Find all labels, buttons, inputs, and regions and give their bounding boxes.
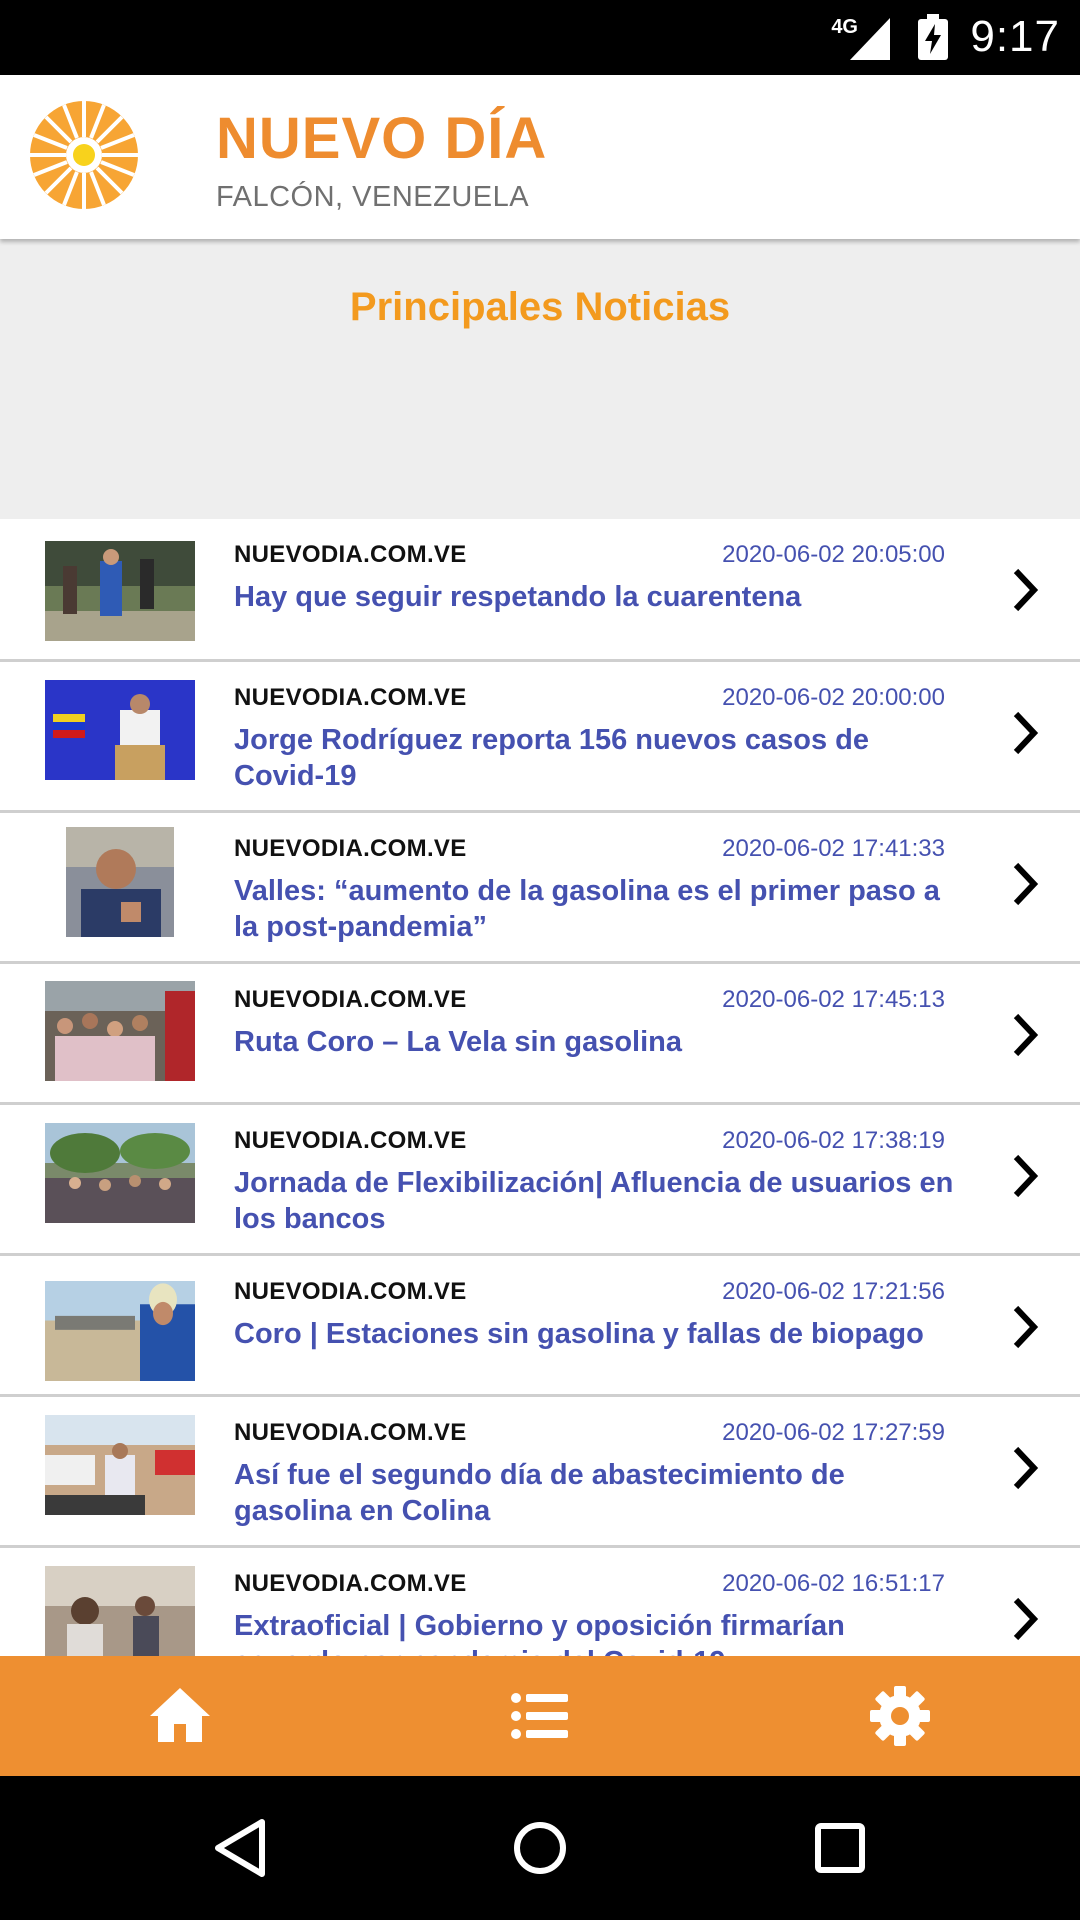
news-thumbnail [45, 680, 195, 780]
news-source: NUEVODIA.COM.VE [234, 835, 467, 862]
news-thumbnail [45, 981, 195, 1081]
news-item[interactable]: NUEVODIA.COM.VE 2020-06-02 17:38:19 Jorn… [0, 1105, 1080, 1256]
news-list: NUEVODIA.COM.VE 2020-06-02 20:05:00 Hay … [0, 519, 1080, 1656]
news-date: 2020-06-02 17:27:59 [722, 1419, 945, 1446]
news-thumbnail [45, 1566, 195, 1656]
status-bar: 4G 9:17 [0, 0, 1080, 75]
app-subtitle: FALCÓN, VENEZUELA [216, 181, 530, 213]
news-date: 2020-06-02 20:05:00 [722, 541, 945, 568]
news-item[interactable]: NUEVODIA.COM.VE 2020-06-02 20:05:00 Hay … [0, 519, 1080, 662]
news-date: 2020-06-02 17:21:56 [722, 1278, 945, 1305]
news-source: NUEVODIA.COM.VE [234, 986, 467, 1013]
app-title: NUEVO DÍA [216, 106, 548, 171]
news-item[interactable]: NUEVODIA.COM.VE 2020-06-02 20:00:00 Jorg… [0, 662, 1080, 813]
back-icon[interactable] [212, 1818, 268, 1878]
news-thumbnail [45, 1415, 195, 1515]
clock: 9:17 [970, 12, 1060, 61]
news-source: NUEVODIA.COM.VE [234, 1419, 467, 1446]
news-headline[interactable]: Así fue el segundo día de abastecimiento… [234, 1457, 954, 1529]
signal-icon [850, 18, 890, 60]
news-headline[interactable]: Hay que seguir respetando la cuarentena [234, 579, 954, 615]
section-title: Principales Noticias [349, 285, 731, 329]
news-thumbnail [45, 1281, 195, 1381]
news-headline[interactable]: Ruta Coro – La Vela sin gasolina [234, 1024, 954, 1060]
list-icon[interactable] [508, 1684, 572, 1748]
news-date: 2020-06-02 17:41:33 [722, 835, 945, 862]
news-headline[interactable]: Jornada de Flexibilización| Afluencia de… [234, 1165, 954, 1237]
news-source: NUEVODIA.COM.VE [234, 1278, 467, 1305]
chevron-right-icon[interactable] [1010, 708, 1040, 758]
news-headline[interactable]: Coro | Estaciones sin gasolina y fallas … [234, 1316, 954, 1352]
news-item[interactable]: NUEVODIA.COM.VE 2020-06-02 17:41:33 Vall… [0, 813, 1080, 964]
news-source: NUEVODIA.COM.VE [234, 1127, 467, 1154]
news-source: NUEVODIA.COM.VE [234, 1570, 467, 1597]
recents-icon[interactable] [812, 1818, 868, 1878]
bottom-navigation [0, 1656, 1080, 1776]
news-date: 2020-06-02 17:38:19 [722, 1127, 945, 1154]
chevron-right-icon[interactable] [1010, 1594, 1040, 1644]
chevron-right-icon[interactable] [1010, 565, 1040, 615]
news-date: 2020-06-02 16:51:17 [722, 1570, 945, 1597]
chevron-right-icon[interactable] [1010, 859, 1040, 909]
sun-logo-icon [30, 101, 138, 209]
chevron-right-icon[interactable] [1010, 1443, 1040, 1493]
news-source: NUEVODIA.COM.VE [234, 684, 467, 711]
news-date: 2020-06-02 20:00:00 [722, 684, 945, 711]
system-navigation-bar [0, 1776, 1080, 1920]
news-thumbnail [45, 1123, 195, 1223]
news-thumbnail [45, 541, 195, 641]
news-item[interactable]: NUEVODIA.COM.VE 2020-06-02 17:27:59 Así … [0, 1397, 1080, 1548]
news-thumbnail [66, 827, 174, 937]
chevron-right-icon[interactable] [1010, 1151, 1040, 1201]
news-item[interactable]: NUEVODIA.COM.VE 2020-06-02 17:21:56 Coro… [0, 1256, 1080, 1397]
battery-charging-icon [918, 14, 948, 60]
news-headline[interactable]: Jorge Rodríguez reporta 156 nuevos casos… [234, 722, 954, 794]
news-source: NUEVODIA.COM.VE [234, 541, 467, 568]
featured-banner: Principales Noticias [0, 239, 1080, 519]
chevron-right-icon[interactable] [1010, 1010, 1040, 1060]
news-item[interactable]: NUEVODIA.COM.VE 2020-06-02 16:51:17 Extr… [0, 1548, 1080, 1656]
news-headline[interactable]: Extraoficial | Gobierno y oposición firm… [234, 1608, 954, 1656]
settings-icon[interactable] [868, 1684, 932, 1748]
chevron-right-icon[interactable] [1010, 1302, 1040, 1352]
news-item[interactable]: NUEVODIA.COM.VE 2020-06-02 17:45:13 Ruta… [0, 964, 1080, 1105]
app-header: NUEVO DÍA FALCÓN, VENEZUELA [0, 75, 1080, 239]
home-icon[interactable] [148, 1684, 212, 1748]
news-headline[interactable]: Valles: “aumento de la gasolina es el pr… [234, 873, 954, 945]
home-circle-icon[interactable] [512, 1818, 568, 1878]
news-date: 2020-06-02 17:45:13 [722, 986, 945, 1013]
